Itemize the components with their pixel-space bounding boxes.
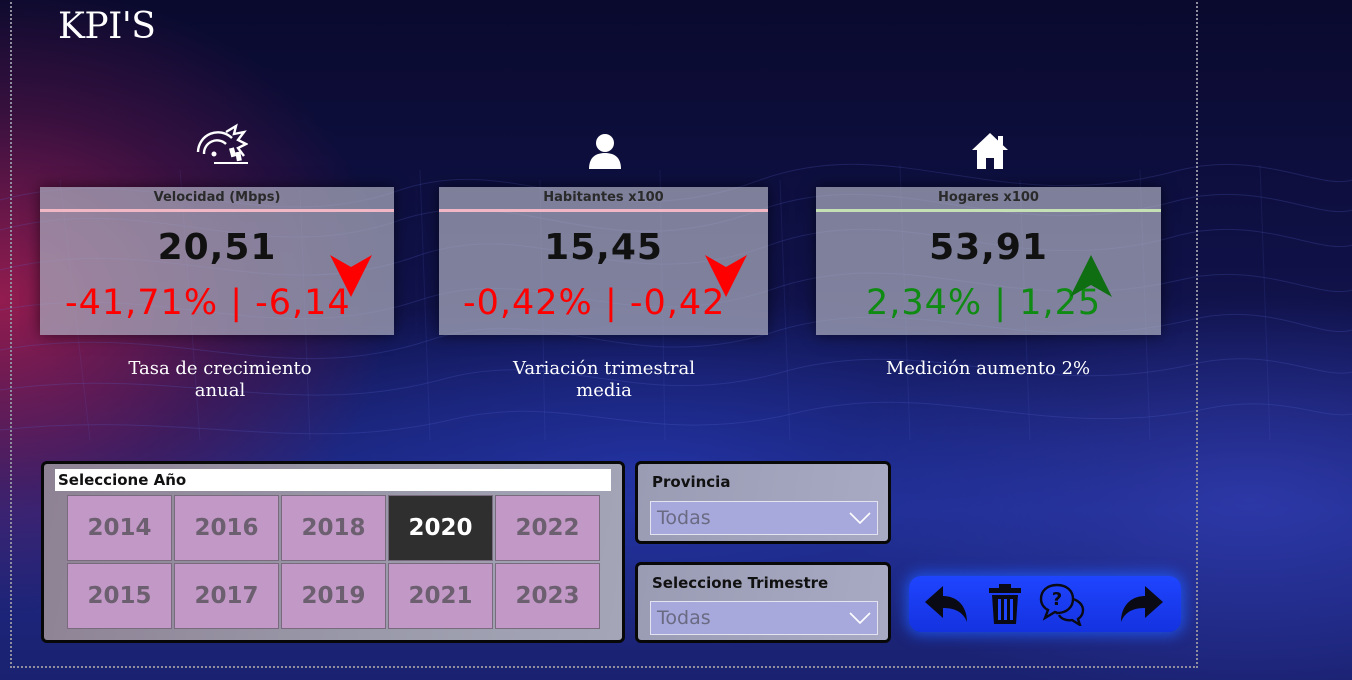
year-button-2015[interactable]: 2015 (67, 563, 172, 629)
kpi-header: Velocidad (Mbps) (40, 187, 394, 212)
year-button-2020[interactable]: 2020 (388, 495, 493, 561)
year-button-2016[interactable]: 2016 (174, 495, 279, 561)
chevron-down-icon (849, 512, 871, 525)
navigation-bar: ? (909, 576, 1181, 632)
trend-up-icon (1070, 255, 1112, 297)
back-button[interactable] (921, 576, 971, 632)
forward-button[interactable] (1117, 576, 1167, 632)
caption-hogares: Medición aumento 2% (885, 358, 1091, 379)
year-button-2023[interactable]: 2023 (495, 563, 600, 629)
provincia-dropdown[interactable]: Todas (650, 501, 878, 535)
year-button-2019[interactable]: 2019 (281, 563, 386, 629)
speedometer-icon (192, 122, 249, 170)
forward-arrow-icon (1121, 586, 1163, 622)
year-grid: 2014 2016 2018 2020 2022 2015 2017 2019 … (67, 495, 600, 629)
help-chat-icon: ? (1039, 583, 1085, 626)
provincia-label: Provincia (652, 473, 731, 491)
house-icon (970, 131, 1010, 175)
kpi-card-habitantes: Habitantes x100 15,45 -0,42% | -0,42 (439, 187, 768, 335)
kpi-delta: -41,71% | -6,14 (65, 283, 351, 323)
help-button[interactable]: ? (1037, 576, 1087, 632)
kpi-delta: -0,42% | -0,42 (463, 283, 726, 323)
kpi-header: Hogares x100 (816, 187, 1161, 212)
trimestre-value: Todas (657, 607, 711, 629)
trend-down-icon (330, 255, 372, 297)
provincia-filter: Provincia Todas (635, 461, 891, 544)
year-button-2014[interactable]: 2014 (67, 495, 172, 561)
trend-down-icon (705, 255, 747, 297)
caption-velocidad: Tasa de crecimiento anual (128, 358, 312, 401)
trash-icon (989, 584, 1021, 624)
trimestre-filter: Seleccione Trimestre Todas (635, 562, 891, 643)
provincia-value: Todas (657, 507, 711, 529)
year-slicer: Seleccione Año 2014 2016 2018 2020 2022 … (41, 461, 625, 643)
person-icon (588, 133, 622, 173)
clear-button[interactable] (985, 576, 1025, 632)
year-button-2021[interactable]: 2021 (388, 563, 493, 629)
year-slicer-title: Seleccione Año (55, 469, 611, 491)
chevron-down-icon (849, 612, 871, 625)
trimestre-dropdown[interactable]: Todas (650, 601, 878, 635)
year-button-2022[interactable]: 2022 (495, 495, 600, 561)
kpi-header: Habitantes x100 (439, 187, 768, 212)
year-button-2018[interactable]: 2018 (281, 495, 386, 561)
caption-habitantes: Variación trimestral media (512, 358, 696, 401)
svg-text:?: ? (1052, 589, 1062, 610)
page-title: KPI'S (58, 6, 156, 47)
kpi-card-velocidad: Velocidad (Mbps) 20,51 -41,71% | -6,14 (40, 187, 394, 335)
year-button-2017[interactable]: 2017 (174, 563, 279, 629)
trimestre-label: Seleccione Trimestre (652, 574, 829, 592)
kpi-card-hogares: Hogares x100 53,91 2,34% | 1,25 (816, 187, 1161, 335)
back-arrow-icon (925, 586, 967, 622)
kpi-delta: 2,34% | 1,25 (866, 283, 1102, 323)
